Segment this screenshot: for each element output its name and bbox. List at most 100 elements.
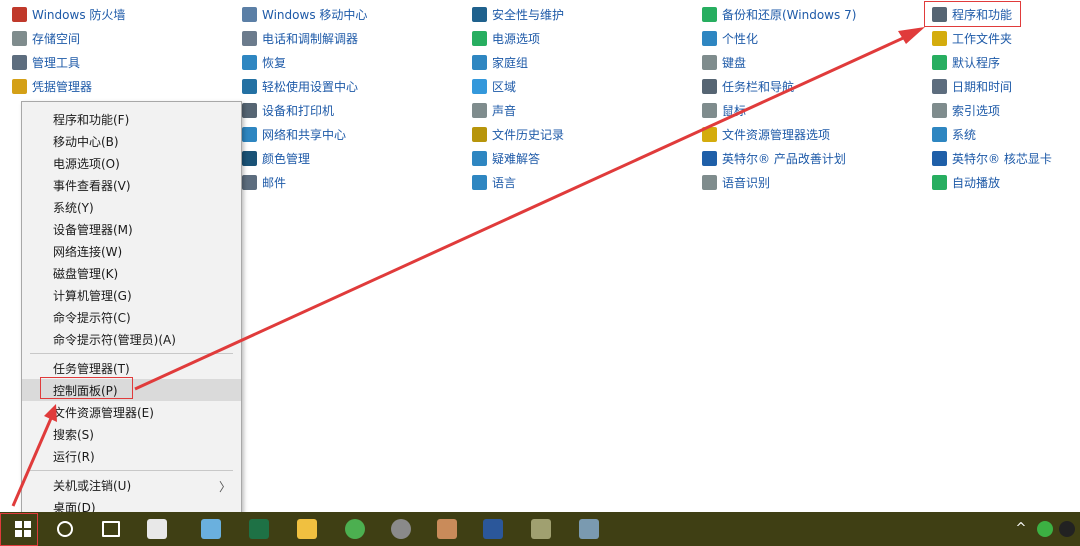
file-explorer-icon (297, 519, 317, 539)
cp-item[interactable]: 家庭组 (472, 50, 564, 74)
green-status-icon[interactable] (1037, 521, 1053, 537)
context-menu-item-label: 设备管理器(M) (53, 222, 133, 237)
search-icon (57, 521, 73, 537)
mail-icon (242, 174, 257, 190)
work-folders-icon (932, 30, 947, 46)
credential-icon (12, 78, 27, 94)
cp-item-label: 轻松使用设置中心 (262, 79, 359, 94)
word-button[interactable] (470, 512, 516, 546)
cp-item[interactable]: 电话和调制解调器 (242, 26, 367, 50)
task-view-button[interactable] (88, 512, 134, 546)
tool-app-icon (531, 519, 551, 539)
cp-item[interactable]: 疑难解答 (472, 146, 564, 170)
pen-app-button[interactable] (188, 512, 234, 546)
cp-item[interactable]: 备份和还原(Windows 7) (702, 2, 856, 26)
cp-item[interactable]: 默认程序 (932, 50, 1052, 74)
cp-item[interactable]: 颜色管理 (242, 146, 367, 170)
search-button[interactable] (42, 512, 88, 546)
menu-separator (30, 470, 233, 471)
chevron-up-icon[interactable]: ^ (1013, 521, 1029, 537)
excel-button[interactable] (236, 512, 282, 546)
context-menu-item[interactable]: 事件查看器(V) (22, 174, 241, 196)
context-menu-item[interactable]: 命令提示符(C) (22, 306, 241, 328)
cp-item[interactable]: 语音识别 (702, 170, 856, 194)
context-menu-item[interactable]: 系统(Y) (22, 196, 241, 218)
cp-item[interactable]: 轻松使用设置中心 (242, 74, 367, 98)
cp-item[interactable]: 文件历史记录 (472, 122, 564, 146)
context-menu-item[interactable]: 搜索(S) (22, 423, 241, 445)
360-browser-button[interactable] (332, 512, 378, 546)
admin-tools-icon (12, 54, 27, 70)
context-menu-item-label: 电源选项(O) (53, 156, 120, 171)
cp-item[interactable]: 个性化 (702, 26, 856, 50)
fan-app-button[interactable] (134, 512, 180, 546)
context-menu-item[interactable]: 计算机管理(G) (22, 284, 241, 306)
context-menu-item[interactable]: 运行(R) (22, 445, 241, 467)
cp-item[interactable]: 设备和打印机 (242, 98, 367, 122)
file-explorer-button[interactable] (284, 512, 330, 546)
tool-app-button[interactable] (518, 512, 564, 546)
app-window-button[interactable] (566, 512, 612, 546)
cp-item[interactable]: 网络和共享中心 (242, 122, 367, 146)
cp-item[interactable]: 恢复 (242, 50, 367, 74)
cp-item[interactable]: 管理工具 (12, 50, 125, 74)
cp-item[interactable]: 索引选项 (932, 98, 1052, 122)
cp-item[interactable]: 语言 (472, 170, 564, 194)
cp-item[interactable]: 鼠标 (702, 98, 856, 122)
cp-item[interactable]: Windows 移动中心 (242, 2, 367, 26)
cp-item[interactable]: 日期和时间 (932, 74, 1052, 98)
phone-modem-icon (242, 30, 257, 46)
cp-item-label: 恢复 (262, 55, 287, 70)
cp-item[interactable]: 区域 (472, 74, 564, 98)
language-icon (472, 174, 487, 190)
context-menu-item[interactable]: 命令提示符(管理员)(A) (22, 328, 241, 350)
cp-item[interactable]: 安全性与维护 (472, 2, 564, 26)
cp-item[interactable]: 系统 (932, 122, 1052, 146)
context-menu-item[interactable]: 文件资源管理器(E) (22, 401, 241, 423)
cp-item[interactable]: 英特尔® 核芯显卡 (932, 146, 1052, 170)
mail-app-button[interactable] (424, 512, 470, 546)
disk-app-button[interactable] (378, 512, 424, 546)
context-menu-item[interactable]: 任务管理器(T) (22, 357, 241, 379)
context-menu-item[interactable]: 网络连接(W) (22, 240, 241, 262)
context-menu-item[interactable]: 程序和功能(F) (22, 108, 241, 130)
context-menu-item[interactable]: 电源选项(O) (22, 152, 241, 174)
intel-graphics-icon (932, 150, 947, 166)
cp-item-label: 电话和调制解调器 (262, 31, 359, 46)
qq-penguin-icon[interactable] (1059, 521, 1075, 537)
cp-item-label: 声音 (492, 103, 517, 118)
context-menu-item[interactable]: 磁盘管理(K) (22, 262, 241, 284)
context-menu-item[interactable]: 设备管理器(M) (22, 218, 241, 240)
clock-icon (932, 78, 947, 94)
cp-item[interactable]: 任务栏和导航 (702, 74, 856, 98)
storage-icon (12, 30, 27, 46)
cp-item[interactable]: 邮件 (242, 170, 367, 194)
cp-item[interactable]: 英特尔® 产品改善计划 (702, 146, 856, 170)
disk-app-icon (391, 519, 411, 539)
cp-item[interactable]: 自动播放 (932, 170, 1052, 194)
context-menu-item-label: 磁盘管理(K) (53, 266, 119, 281)
cp-item[interactable]: Windows 防火墙 (12, 2, 125, 26)
context-menu-item-label: 移动中心(B) (53, 134, 119, 149)
sound-icon (472, 102, 487, 118)
cp-item-label: 索引选项 (952, 103, 1001, 118)
context-menu-item-label: 事件查看器(V) (53, 178, 131, 193)
context-menu-item[interactable]: 移动中心(B) (22, 130, 241, 152)
cp-item[interactable]: 工作文件夹 (932, 26, 1052, 50)
highlight-start-button (0, 513, 38, 546)
cp-item[interactable]: 凭据管理器 (12, 74, 125, 98)
cp-column-5: 程序和功能 工作文件夹 默认程序 日期和时间 索引选项 系统 英特尔® 核芯显卡 自动播放 (932, 2, 1052, 194)
ease-of-access-icon (242, 78, 257, 94)
flag-icon (472, 6, 487, 22)
cp-item[interactable]: 电源选项 (472, 26, 564, 50)
default-programs-icon (932, 54, 947, 70)
cp-item[interactable]: 存储空间 (12, 26, 125, 50)
cp-item[interactable]: 文件资源管理器选项 (702, 122, 856, 146)
cp-column-2: Windows 移动中心电话和调制解调器 恢复轻松使用设置中心设备和打印机 网络和共… (242, 2, 367, 194)
cp-item[interactable]: 键盘 (702, 50, 856, 74)
file-history-icon (472, 126, 487, 142)
mouse-icon (702, 102, 717, 118)
cp-item[interactable]: 声音 (472, 98, 564, 122)
context-menu-item[interactable]: 关机或注销(U) 〉 (22, 474, 241, 496)
cp-item-label: 个性化 (722, 31, 759, 46)
